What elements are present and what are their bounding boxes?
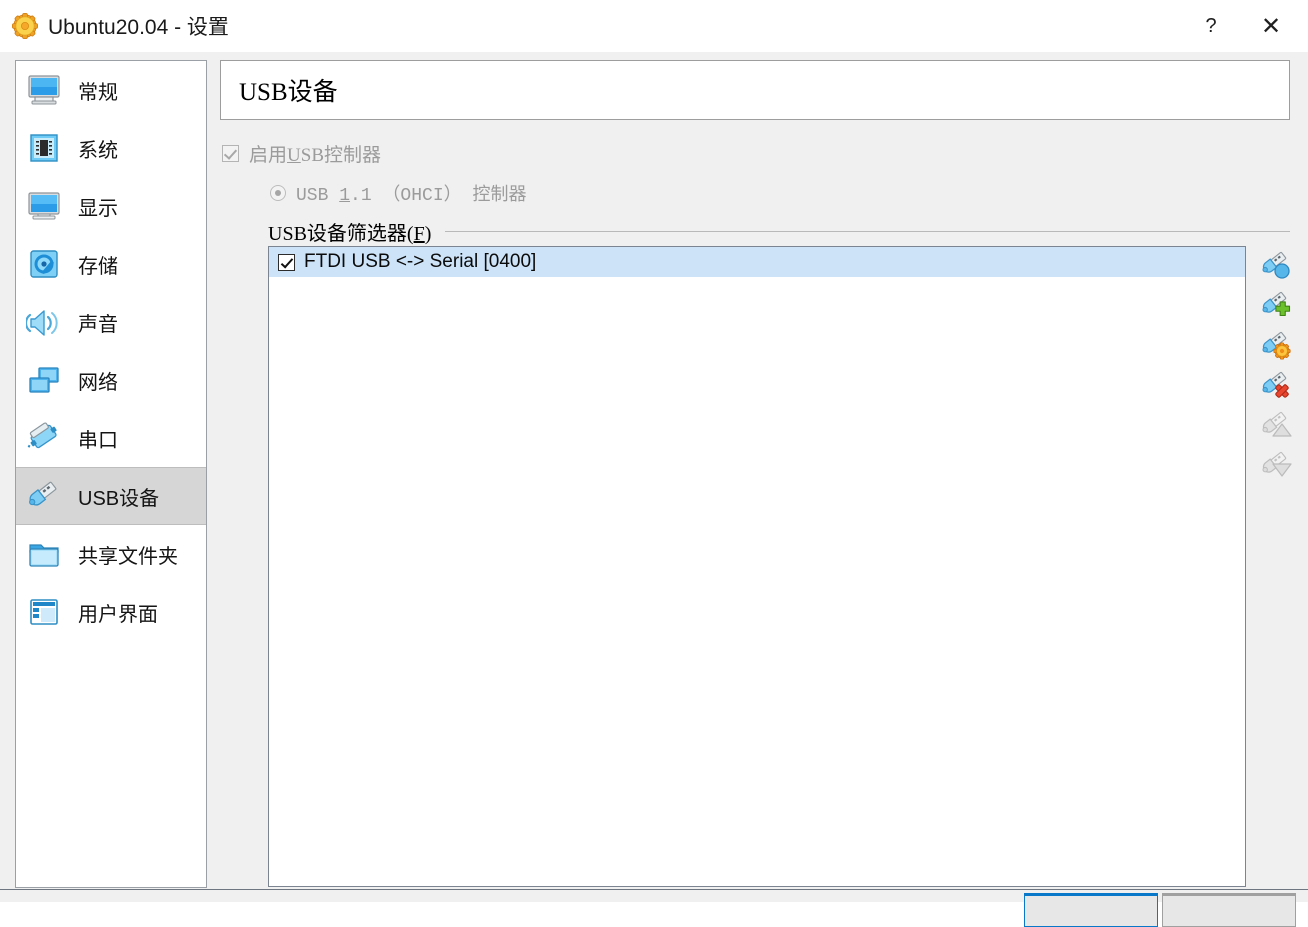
enable-usb-controller-checkbox[interactable]: 启用USB控制器 xyxy=(222,140,381,167)
enable-usb-controller-label: 启用USB控制器 xyxy=(249,140,381,167)
usb-move-up-icon xyxy=(1260,411,1292,441)
close-button[interactable]: ✕ xyxy=(1248,0,1294,52)
label-accel-key: F xyxy=(413,223,425,245)
usb-remove-icon xyxy=(1260,371,1292,401)
monitor-display-icon xyxy=(24,186,64,226)
sidebar-item-storage[interactable]: 存储 xyxy=(16,235,206,293)
group-separator-line xyxy=(445,231,1290,232)
window-ui-icon xyxy=(24,592,64,632)
move-filter-down-button[interactable] xyxy=(1256,446,1296,486)
title-bar-left: Ubuntu20.04 - 设置 xyxy=(12,0,229,52)
folder-shared-icon xyxy=(24,534,64,574)
ok-button[interactable] xyxy=(1024,893,1158,927)
add-empty-filter-button[interactable] xyxy=(1256,286,1296,326)
settings-main-panel: USB设备 启用USB控制器 USB 1.1 （OHCI） 控制器 USB设备筛… xyxy=(220,60,1294,888)
usb-move-down-icon xyxy=(1260,451,1292,481)
settings-sidebar: 常规 系统 显示 存储 声音 网络 串口 USB设备 共享文件夹 用户界面 xyxy=(15,60,207,888)
label-part-after: SB控制器 xyxy=(300,145,381,166)
sidebar-item-display[interactable]: 显示 xyxy=(16,177,206,235)
label-accel-key: 1 xyxy=(339,186,351,206)
usb-ohci-controller-label: USB 1.1 （OHCI） 控制器 xyxy=(296,180,526,206)
sidebar-item-label: 声音 xyxy=(78,313,118,336)
sidebar-item-serial[interactable]: 串口 xyxy=(16,409,206,467)
add-filter-from-device-button[interactable] xyxy=(1256,246,1296,286)
monitor-general-icon xyxy=(24,70,64,110)
page-title: USB设备 xyxy=(239,79,338,106)
window-title: Ubuntu20.04 - 设置 xyxy=(48,16,229,39)
sidebar-item-label: 显示 xyxy=(78,197,118,220)
network-cards-icon xyxy=(24,360,64,400)
move-filter-up-button[interactable] xyxy=(1256,406,1296,446)
label-part-before: USB xyxy=(296,186,340,206)
usb-filters-list[interactable]: FTDI USB <-> Serial [0400] xyxy=(268,246,1246,887)
usb-from-device-icon xyxy=(1260,251,1292,281)
left-edge-strip xyxy=(0,52,5,902)
usb-filters-group-header: USB设备筛选器(F) xyxy=(268,217,1290,246)
label-part-before: 启用 xyxy=(249,145,288,166)
page-header: USB设备 xyxy=(220,60,1290,120)
chip-system-icon xyxy=(24,128,64,168)
sidebar-item-label: 存储 xyxy=(78,255,118,278)
radio-box xyxy=(270,185,286,201)
usb-filters-toolbar xyxy=(1256,246,1296,486)
filter-enabled-checkbox[interactable] xyxy=(278,253,295,271)
cancel-button[interactable] xyxy=(1162,893,1296,927)
sidebar-item-label: 网络 xyxy=(78,371,118,394)
usb-gear-icon xyxy=(1260,331,1292,361)
usb-device-icon xyxy=(24,476,64,516)
sidebar-item-label: 共享文件夹 xyxy=(78,545,178,568)
title-bar: Ubuntu20.04 - 设置 ? ✕ xyxy=(0,0,1308,53)
sidebar-item-label: 系统 xyxy=(78,139,118,162)
list-item[interactable]: FTDI USB <-> Serial [0400] xyxy=(269,247,1245,277)
usb-plus-icon xyxy=(1260,291,1292,321)
speaker-audio-icon xyxy=(24,302,64,342)
sidebar-item-general[interactable]: 常规 xyxy=(16,61,206,119)
label-part-after: .1 （OHCI） 控制器 xyxy=(350,186,527,206)
usb-filters-group-label: USB设备筛选器(F) xyxy=(268,217,431,246)
help-button[interactable]: ? xyxy=(1188,0,1234,52)
sidebar-item-user-interface[interactable]: 用户界面 xyxy=(16,583,206,641)
sidebar-item-label: USB设备 xyxy=(78,487,160,510)
serial-port-icon xyxy=(24,418,64,458)
label-part-before: USB设备筛选器( xyxy=(268,223,414,245)
filter-name: FTDI USB <-> Serial [0400] xyxy=(304,251,537,272)
checkbox-box xyxy=(222,145,239,162)
sidebar-item-label: 常规 xyxy=(78,81,118,104)
label-accel-key: U xyxy=(287,145,301,166)
edit-filter-button[interactable] xyxy=(1256,326,1296,366)
usb-ohci-controller-radio[interactable]: USB 1.1 （OHCI） 控制器 xyxy=(270,180,526,206)
sidebar-item-network[interactable]: 网络 xyxy=(16,351,206,409)
sidebar-item-label: 串口 xyxy=(78,429,118,452)
sidebar-item-audio[interactable]: 声音 xyxy=(16,293,206,351)
sidebar-item-shared-folders[interactable]: 共享文件夹 xyxy=(16,525,206,583)
sidebar-item-usb[interactable]: USB设备 xyxy=(16,467,206,525)
settings-gear-icon xyxy=(12,13,38,39)
remove-filter-button[interactable] xyxy=(1256,366,1296,406)
label-part-after: ) xyxy=(424,223,432,245)
sidebar-item-system[interactable]: 系统 xyxy=(16,119,206,177)
harddisk-storage-icon xyxy=(24,244,64,284)
sidebar-item-label: 用户界面 xyxy=(78,603,158,626)
